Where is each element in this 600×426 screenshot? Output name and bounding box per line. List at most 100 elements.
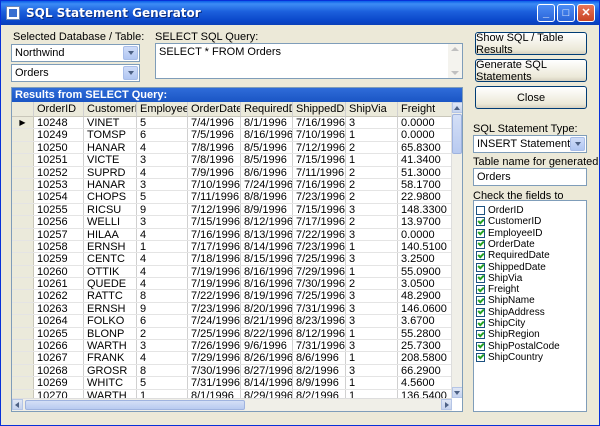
- checkbox[interactable]: [476, 228, 485, 238]
- table-cell[interactable]: 7/8/1996: [188, 154, 241, 166]
- table-row[interactable]: 10269 WHITC 5 7/31/1996 8/14/1996 8/9/1996 1 4.…: [12, 377, 452, 390]
- field-checkbox-item[interactable]: ShipRegion: [476, 329, 540, 340]
- field-checkbox-item[interactable]: ShippedDate: [476, 262, 546, 273]
- table-row[interactable]: 10257 HILAA 4 7/16/1996 8/13/1996 7/22/1996 3 0…: [12, 228, 452, 241]
- scroll-up-button[interactable]: [452, 102, 462, 113]
- table-cell[interactable]: 8/1/1996: [241, 117, 293, 129]
- table-cell[interactable]: 10268: [34, 364, 84, 377]
- row-selector[interactable]: [12, 166, 34, 178]
- table-cell[interactable]: 8/16/1996: [241, 129, 293, 141]
- chevron-down-icon[interactable]: [570, 137, 585, 151]
- table-cell[interactable]: 3.6700: [398, 315, 452, 327]
- table-cell[interactable]: 208.5800: [398, 352, 452, 364]
- close-button[interactable]: Close: [475, 86, 587, 109]
- chevron-down-icon[interactable]: [123, 66, 138, 80]
- table-cell[interactable]: RICSU: [84, 203, 137, 216]
- table-row[interactable]: 10264 FOLKO 6 7/24/1996 8/21/1996 8/23/1996 3 3…: [12, 315, 452, 328]
- table-cell[interactable]: 146.0600: [398, 302, 452, 315]
- table-cell[interactable]: 8: [137, 364, 188, 377]
- table-cell[interactable]: 3: [137, 340, 188, 352]
- checkbox[interactable]: [476, 307, 485, 317]
- checkbox[interactable]: [476, 239, 485, 249]
- table-row[interactable]: 10261 QUEDE 4 7/19/1996 8/16/1996 7/30/1996 2 3…: [12, 278, 452, 291]
- table-cell[interactable]: 22.9800: [398, 191, 452, 203]
- table-cell[interactable]: 3: [346, 364, 398, 377]
- table-cell[interactable]: 8/9/1996: [241, 203, 293, 216]
- table-cell[interactable]: 10270: [34, 389, 84, 398]
- generate-sql-button[interactable]: Generate SQL Statements: [475, 59, 587, 83]
- table-cell[interactable]: 1: [346, 129, 398, 141]
- scroll-up-icon[interactable]: [451, 47, 459, 51]
- table-cell[interactable]: 8/2/1996: [293, 389, 346, 398]
- fields-checklist[interactable]: OrderID CustomerID EmployeeID OrderDate Requ…: [473, 200, 587, 412]
- table-cell[interactable]: 7/23/1996: [293, 240, 346, 253]
- table-row[interactable]: 10250 HANAR 4 7/8/1996 8/5/1996 7/12/1996 2 65.…: [12, 141, 452, 155]
- row-selector[interactable]: [12, 154, 34, 166]
- row-selector[interactable]: [12, 302, 34, 315]
- table-cell[interactable]: CENTC: [84, 253, 137, 265]
- table-cell[interactable]: 8/9/1996: [293, 377, 346, 389]
- table-cell[interactable]: 8/6/1996: [293, 352, 346, 364]
- scroll-down-icon[interactable]: [451, 71, 459, 75]
- table-cell[interactable]: VINET: [84, 117, 137, 129]
- table-cell[interactable]: 4: [137, 228, 188, 240]
- table-cell[interactable]: 10258: [34, 240, 84, 253]
- table-cell[interactable]: 7/25/1996: [188, 327, 241, 340]
- table-cell[interactable]: 51.3000: [398, 166, 452, 178]
- table-cell[interactable]: 3: [346, 315, 398, 327]
- table-cell[interactable]: BLONP: [84, 327, 137, 340]
- table-cell[interactable]: 7/16/1996: [293, 178, 346, 191]
- table-cell[interactable]: 48.2900: [398, 290, 452, 302]
- table-cell[interactable]: 5: [137, 377, 188, 389]
- table-cell[interactable]: 1: [346, 377, 398, 389]
- table-cell[interactable]: QUEDE: [84, 278, 137, 290]
- table-cell[interactable]: 3: [346, 203, 398, 216]
- table-cell[interactable]: 7/16/1996: [293, 117, 346, 129]
- table-cell[interactable]: 8/29/1996: [241, 389, 293, 398]
- table-cell[interactable]: WARTH: [84, 389, 137, 398]
- table-cell[interactable]: 7/17/1996: [293, 216, 346, 228]
- table-row[interactable]: 10249 TOMSP 6 7/5/1996 8/16/1996 7/10/1996 1 0.…: [12, 129, 452, 142]
- checkbox[interactable]: [476, 352, 485, 362]
- row-selector[interactable]: [12, 377, 34, 389]
- table-cell[interactable]: 3: [346, 290, 398, 302]
- table-row[interactable]: 10262 RATTC 8 7/22/1996 8/19/1996 7/25/1996 3 4…: [12, 290, 452, 303]
- query-textbox[interactable]: SELECT * FROM Orders: [155, 43, 463, 79]
- table-cell[interactable]: 10266: [34, 340, 84, 352]
- table-row[interactable]: 10266 WARTH 3 7/26/1996 9/6/1996 7/31/1996 3 25…: [12, 340, 452, 353]
- row-selector[interactable]: ▶: [12, 117, 34, 129]
- table-cell[interactable]: HANAR: [84, 178, 137, 191]
- table-row[interactable]: 10259 CENTC 4 7/18/1996 8/15/1996 7/25/1996 3 3…: [12, 253, 452, 266]
- table-cell[interactable]: RATTC: [84, 290, 137, 302]
- table-cell[interactable]: 140.5100: [398, 240, 452, 253]
- table-cell[interactable]: 6: [137, 315, 188, 327]
- table-cell[interactable]: HANAR: [84, 141, 137, 154]
- table-cell[interactable]: 3.0500: [398, 278, 452, 290]
- table-cell[interactable]: 5: [137, 117, 188, 129]
- column-header[interactable]: RequiredDate: [241, 102, 293, 117]
- row-selector[interactable]: [12, 191, 34, 203]
- table-cell[interactable]: 2: [346, 178, 398, 191]
- table-cell[interactable]: 1: [346, 265, 398, 278]
- table-cell[interactable]: 13.9700: [398, 216, 452, 228]
- table-cell[interactable]: 8/6/1996: [241, 166, 293, 178]
- table-cell[interactable]: 9: [137, 203, 188, 216]
- table-cell[interactable]: 65.8300: [398, 141, 452, 154]
- table-cell[interactable]: 9: [137, 302, 188, 315]
- table-cell[interactable]: GROSR: [84, 364, 137, 377]
- checkbox[interactable]: [476, 330, 485, 340]
- table-cell[interactable]: 5: [137, 191, 188, 203]
- table-cell[interactable]: 3: [346, 228, 398, 240]
- checkbox[interactable]: [476, 341, 485, 351]
- table-cell[interactable]: OTTIK: [84, 265, 137, 278]
- vertical-scroll-thumb[interactable]: [452, 114, 462, 154]
- table-cell[interactable]: 3: [137, 154, 188, 166]
- table-cell[interactable]: 8/16/1996: [241, 265, 293, 278]
- table-cell[interactable]: 7/29/1996: [188, 352, 241, 364]
- table-cell[interactable]: 4: [137, 141, 188, 154]
- field-checkbox-item[interactable]: ShipCountry: [476, 352, 543, 363]
- table-row[interactable]: 10258 ERNSH 1 7/17/1996 8/14/1996 7/23/1996 1 1…: [12, 240, 452, 254]
- table-row[interactable]: 10255 RICSU 9 7/12/1996 8/9/1996 7/15/1996 3 14…: [12, 203, 452, 217]
- row-selector[interactable]: [12, 327, 34, 340]
- row-selector[interactable]: [12, 340, 34, 352]
